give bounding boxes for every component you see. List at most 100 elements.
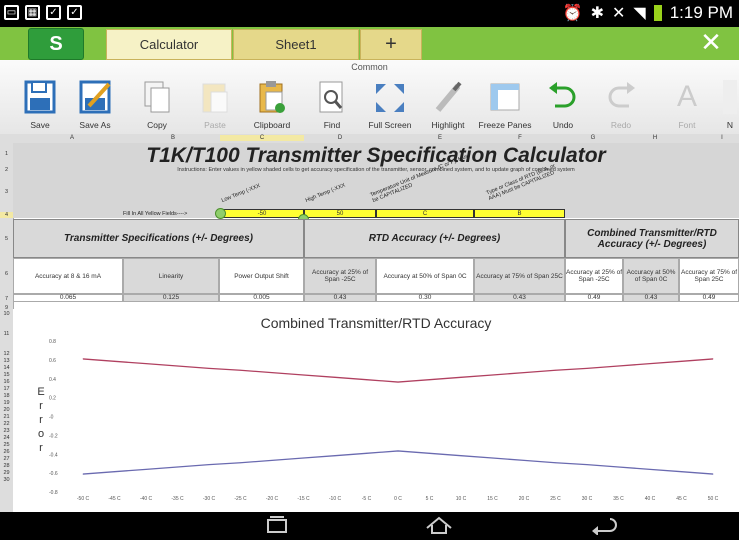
selection-handle-start[interactable] [215,208,226,219]
row-header[interactable]: 12 [0,351,13,357]
column-header[interactable]: A [62,135,82,141]
row-header[interactable]: 13 [0,358,13,364]
data-point [145,468,147,470]
clipboard-check-icon: ✓ [67,5,82,20]
recent-apps-icon[interactable] [262,515,292,540]
row-header[interactable]: 25 [0,442,13,448]
data-point [429,379,430,381]
tab-calculator[interactable]: Calculator [106,29,232,60]
row-header[interactable]: 23 [0,428,13,434]
row-header[interactable]: 2 [0,167,13,173]
font-button[interactable]: A Font [657,78,717,130]
transmitter-spec-header: Transmitter Specifications (+/- Degrees) [13,219,304,258]
paste-button[interactable]: Paste [185,78,245,130]
row-header[interactable]: 16 [0,379,13,385]
copy-button[interactable]: Copy [127,78,187,130]
row-header[interactable]: 28 [0,463,13,469]
save-label: Save [30,120,50,130]
value-cell[interactable]: 0.49 [565,294,623,302]
row-header[interactable]: 7 [0,296,13,302]
row-header[interactable]: 27 [0,456,13,462]
x-tick-label: 45 C [676,496,687,502]
redo-button[interactable]: Redo [591,78,651,130]
number-format-button[interactable]: N [715,78,739,130]
freeze-panes-button[interactable]: Freeze Panes [475,78,535,130]
column-header[interactable]: D [330,135,350,141]
row-header[interactable]: 5 [0,236,13,242]
row-header[interactable]: 4 [0,212,13,218]
save-as-button[interactable]: Save As [65,78,125,130]
column-header[interactable]: G [583,135,603,141]
data-point [366,379,367,381]
row-header[interactable]: 15 [0,372,13,378]
value-cell[interactable]: 0.49 [679,294,739,302]
row-header[interactable]: 14 [0,365,13,371]
value-cell[interactable]: 0.065 [13,294,123,302]
data-point [397,381,399,383]
high-temp-input[interactable]: 50 [304,209,376,218]
check-icon: ✓ [46,5,61,20]
y-axis-label-letter: r [39,400,43,412]
row-header[interactable]: 19 [0,400,13,406]
value-cell[interactable]: 0.005 [219,294,304,302]
sheet-title: T1K/T100 Transmitter Specification Calcu… [146,144,606,167]
data-point [429,452,430,454]
highlight-button[interactable]: Highlight [418,78,478,130]
data-point [681,360,682,362]
value-cell[interactable]: 0.125 [123,294,219,302]
column-header[interactable]: B [163,135,183,141]
column-header[interactable]: F [510,135,530,141]
row-header[interactable]: 3 [0,189,13,195]
column-header[interactable]: C [220,135,304,141]
clipboard-button[interactable]: Clipboard [242,78,302,130]
navigation-bar [0,512,739,537]
row-header[interactable]: 1 [0,151,13,157]
rtd-class-input[interactable]: B [474,209,565,218]
row-header[interactable]: 18 [0,393,13,399]
row-header[interactable]: 22 [0,421,13,427]
value-cell[interactable]: 0.43 [304,294,376,302]
value-cell[interactable]: 0.30 [376,294,474,302]
spreadsheet[interactable]: A B C D E F G H I 1 2 3 4 5 6 7 9 10 11 … [0,134,739,512]
row-header[interactable]: 30 [0,477,13,483]
row-header[interactable]: 26 [0,449,13,455]
save-button[interactable]: Save [10,78,70,130]
unit-input[interactable]: C [376,209,474,218]
value-cell[interactable]: 0.43 [474,294,565,302]
close-icon[interactable]: ✕ [699,29,723,55]
back-icon[interactable] [588,515,618,540]
low-temp-input[interactable]: -50 [220,209,304,218]
find-button[interactable]: Find [302,78,362,130]
column-header[interactable]: H [645,135,665,141]
value-cell[interactable]: 0.43 [623,294,679,302]
row-header[interactable]: 29 [0,470,13,476]
full-screen-button[interactable]: Full Screen [360,78,420,130]
row-header[interactable]: 21 [0,414,13,420]
row-header[interactable]: 24 [0,435,13,441]
number-format-label: N [726,120,734,130]
row-header[interactable]: 6 [0,271,13,277]
data-point [618,365,619,367]
column-header[interactable]: E [430,135,450,141]
row-header[interactable]: 17 [0,386,13,392]
y-tick-label: -0.4 [49,452,58,458]
home-icon[interactable] [424,515,454,540]
x-tick-label: 5 C [426,496,434,502]
data-point [586,464,588,466]
tab-sheet1[interactable]: Sheet1 [233,29,359,60]
screenshot-icon: ▭ [4,5,19,20]
ribbon-group-label: Common [351,62,388,72]
x-tick-label: -10 C [329,496,342,502]
clipboard-label: Clipboard [253,120,291,130]
y-tick-label: -0.6 [49,471,58,477]
row-header[interactable]: 11 [0,331,13,337]
column-header[interactable]: I [712,135,732,141]
accuracy-chart[interactable]: Combined Transmitter/RTD Accuracy 0.8 0.6… [13,309,739,512]
undo-button[interactable]: Undo [533,78,593,130]
row-header[interactable]: 10 [0,311,13,317]
app-logo-button[interactable]: S [28,28,84,60]
row-header[interactable]: 20 [0,407,13,413]
add-sheet-button[interactable]: + [360,29,422,60]
save-as-label: Save As [79,120,111,130]
y-tick-label: 0.4 [49,377,56,383]
